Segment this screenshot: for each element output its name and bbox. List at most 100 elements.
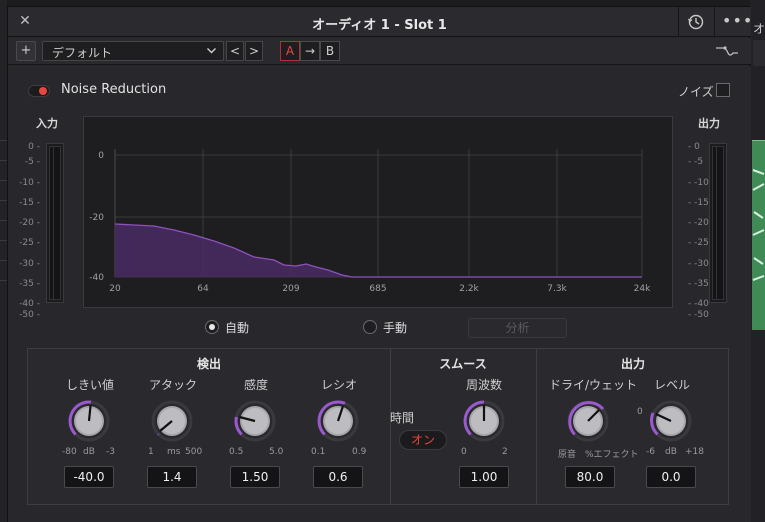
preset-name: デフォルト [52,46,113,60]
input-level-meter [46,143,64,303]
compare-a-button[interactable]: A [280,41,300,61]
graph-x-tick: 64 [197,284,209,294]
ratio-max: 0.9 [352,447,367,457]
threshold-value[interactable]: -40.0 [64,466,114,488]
meter-scale-tick: 0 - [28,142,40,152]
meter-scale-tick: -15 - [19,198,40,208]
title-bar: ✕ オーディオ 1 - Slot 1 ••• [8,7,752,37]
analyze-button[interactable]: 分析 [468,318,567,338]
frequency-label: 周波数 [465,378,502,392]
graph-y-tick: -40 [89,273,104,283]
ratio-label: レシオ [320,378,357,392]
ratio-min: 0.1 [311,447,326,457]
input-meter-title: 入力 [36,117,58,130]
sensitivity-knob[interactable] [233,399,277,443]
output-meter-title: 出力 [698,117,720,130]
frequency-min: 0 [461,447,467,457]
graph-x-tick: 2.2k [459,284,479,294]
drywet-max: %エフェクト [585,450,639,460]
copy-a-to-b-button[interactable]: → [300,41,320,61]
noise-reduction-panel: Noise Reduction ノイズ 入力 0 - -5 - -10 - -15 -… [8,66,751,522]
smooth-section-title: スムース [439,357,487,371]
chevron-down-icon [207,48,216,54]
threshold-unit: dB [83,447,95,457]
meter-scale-tick: -35 - [19,279,40,289]
graph-x-tick: 7.3k [547,284,567,294]
threshold-label: しきい値 [65,378,114,392]
sensitivity-label: 感度 [243,378,268,392]
frequency-value[interactable]: 1.00 [459,466,509,488]
level-max: +18 [685,447,704,457]
auto-mode-label: 自動 [225,321,250,335]
sensitivity-value[interactable]: 1.50 [230,466,280,488]
graph-x-tick: 20 [109,284,121,294]
background-left-panel [0,0,7,522]
meter-scale-tick: -10 - [19,178,40,188]
plugin-window: ✕ オーディオ 1 - Slot 1 ••• + デフォルト < > A → B [7,6,752,522]
background-track-title: オ [753,22,765,36]
drywet-label: ドライ/ウェット [548,378,638,392]
noise-checkbox[interactable] [716,83,730,97]
graph-y-tick: -20 [89,213,104,223]
time-on-toggle[interactable]: オン [399,430,447,450]
meter-scale-tick: -5 - [24,157,40,167]
more-options-icon[interactable]: ••• [722,11,752,30]
meter-scale-tick: -50 - [19,310,40,320]
output-section-title: 出力 [620,357,645,371]
meter-scale-tick: - -50 [688,310,709,320]
ratio-knob[interactable] [316,399,360,443]
time-label: 時間 [390,411,415,425]
level-zero-mark: 0 [637,407,643,417]
auto-mode-radio[interactable] [205,320,219,334]
level-unit: dB [665,447,677,457]
controls-area: 検出 スムース 出力 しきい値 -80 dB -3 -40.0 アタック 1 m… [27,348,729,505]
graph-y-tick: 0 [98,151,104,161]
spectrum-graph: 0 -20 -40 20 64 209 685 2.2k 7.3k 24k [83,116,674,308]
meter-scale-tick: -25 - [19,238,40,248]
compare-b-button[interactable]: B [320,41,340,61]
graph-x-tick: 685 [369,284,386,294]
signal-curve-icon[interactable] [715,44,739,58]
frequency-max: 2 [502,447,508,457]
level-label: レベル [653,378,690,392]
level-knob[interactable] [649,399,693,443]
attack-unit: ms [167,447,181,457]
drywet-min: 原音 [558,450,577,460]
noise-label: ノイズ [678,85,714,99]
frequency-knob[interactable] [462,399,506,443]
window-title: オーディオ 1 - Slot 1 [312,18,447,33]
background-timeline: オ [750,0,765,522]
ratio-value[interactable]: 0.6 [313,466,363,488]
next-preset-button[interactable]: > [245,41,263,61]
threshold-knob[interactable] [67,399,111,443]
output-level-meter [709,143,727,303]
attack-max: 500 [185,447,203,457]
level-value[interactable]: 0.0 [646,466,696,488]
threshold-min: -80 [62,447,77,457]
attack-knob[interactable] [150,399,194,443]
waveform-icon [752,169,765,281]
noise-reduction-toggle[interactable] [28,85,50,97]
manual-mode-label: 手動 [383,321,408,335]
meter-scale-tick: -20 - [19,218,40,228]
manual-mode-radio[interactable] [363,320,377,334]
noise-reduction-label: Noise Reduction [61,82,167,97]
meter-scale-tick: -40 - [19,299,40,309]
detection-section-title: 検出 [196,357,221,371]
sensitivity-min: 0.5 [229,447,244,457]
meter-scale-tick: -30 - [19,259,40,269]
sensitivity-max: 5.0 [269,447,284,457]
preset-toolbar: + デフォルト < > A → B [8,38,751,65]
threshold-max: -3 [106,447,115,457]
drywet-value[interactable]: 80.0 [565,466,615,488]
drywet-knob[interactable] [566,399,610,443]
add-preset-button[interactable]: + [16,41,36,61]
attack-value[interactable]: 1.4 [147,466,197,488]
attack-label: アタック [148,378,197,392]
preset-dropdown[interactable]: デフォルト [42,41,224,61]
graph-x-tick: 209 [282,284,299,294]
prev-preset-button[interactable]: < [226,41,244,61]
history-icon[interactable] [687,13,705,31]
graph-x-tick: 24k [634,284,651,294]
attack-min: 1 [148,447,154,457]
